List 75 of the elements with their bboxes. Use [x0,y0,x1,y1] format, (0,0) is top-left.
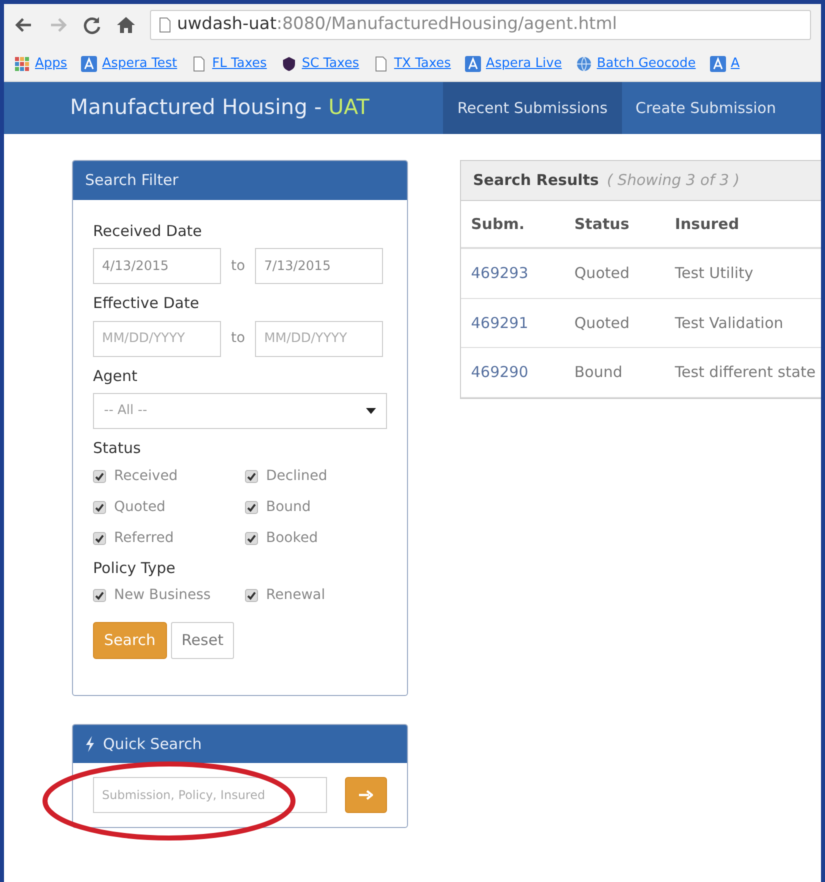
letter-tile-icon [81,56,98,72]
page-icon [191,56,208,72]
quick-search-field[interactable]: Submission, Policy, Insured [93,777,327,813]
bookmark-link[interactable]: Apps [35,54,68,74]
table-cell: Test Validation [664,298,821,348]
go-button[interactable] [345,777,387,813]
agent-dropdown[interactable]: -- All -- [93,393,387,429]
bookmark-link[interactable]: TX Taxes [394,54,451,74]
column-header: Insured [664,200,821,248]
panel-title: Quick Search [103,734,202,754]
brand-title[interactable]: Manufactured Housing - UAT [70,92,370,124]
field-label: Agent [93,366,138,386]
checkbox-label: Received [114,466,178,486]
address-bar[interactable]: uwdash-uat:8080/ManufacturedHousing/agent.html [150,10,811,40]
table-cell: Test different state [664,348,821,397]
home-icon[interactable] [116,15,136,35]
url-text: uwdash-uat:8080/ManufacturedHousing/agent.html [177,13,617,36]
bookmark-link[interactable]: Aspera Live [486,54,562,74]
caret-icon [366,408,376,414]
table-cell: Test Utility [664,248,821,298]
apps-grid-icon [14,56,30,72]
checkbox[interactable] [93,532,106,544]
column-header: Status [564,200,665,248]
checkbox[interactable] [93,589,106,602]
checkbox-label: Declined [266,466,328,486]
bookmark-link[interactable]: Aspera Test [102,54,178,74]
date-field[interactable]: MM/DD/YYYY [255,320,384,356]
checkbox-label: Referred [114,528,174,548]
range-joiner: to [231,329,246,348]
checkbox[interactable] [245,470,258,482]
checkbox-label: Renewal [266,586,326,605]
shield-icon [280,56,297,72]
panel-title: Search Results [473,170,599,191]
checkbox-label: Quoted [114,498,166,516]
checkbox-label: Bound [266,498,311,516]
date-field[interactable]: MM/DD/YYYY [93,320,221,356]
bookmark-link[interactable]: A [730,54,740,74]
panel-header: Search Filter [73,161,407,200]
lightning-icon [85,736,95,752]
bookmark-link[interactable]: Batch Geocode [596,54,696,74]
reset-button[interactable]: Reset [170,622,234,658]
table-cell: Bound [564,348,665,397]
submission-link[interactable]: 469291 [471,314,528,332]
date-field[interactable]: 7/13/2015 [255,248,384,284]
checkbox[interactable] [245,500,258,514]
range-joiner: to [231,256,246,276]
nav-tab[interactable]: Create Submission [622,82,790,134]
field-label: Policy Type [93,558,176,578]
nav-tab[interactable]: Recent Submissions [443,82,622,134]
result-count: ( Showing 3 of 3 ) [606,170,740,191]
reload-icon[interactable] [82,15,102,35]
field-label: Effective Date [93,293,200,314]
page-icon [159,17,171,33]
submission-link[interactable]: 469293 [471,264,528,282]
column-header: Subm. [461,200,564,248]
table-cell: Quoted [564,248,665,298]
arrow-right-icon [359,790,373,800]
search-button[interactable]: Search [93,622,167,658]
bookmark-link[interactable]: FL Taxes [212,54,267,74]
letter-tile-icon [464,56,481,72]
checkbox[interactable] [93,470,106,482]
globe-icon [576,56,592,72]
checkbox[interactable] [245,589,258,602]
checkbox-label: Booked [266,528,318,548]
checkbox-label: New Business [114,586,211,605]
checkbox[interactable] [93,500,106,514]
checkbox[interactable] [245,532,258,544]
bookmark-link[interactable]: SC Taxes [302,54,360,74]
field-label: Status [93,438,142,459]
date-field[interactable]: 4/13/2015 [93,248,221,284]
letter-tile-icon [710,56,726,72]
table-cell: Quoted [564,298,665,348]
submission-link[interactable]: 469290 [471,363,528,381]
page-icon [373,56,390,72]
field-label: Received Date [93,220,203,242]
